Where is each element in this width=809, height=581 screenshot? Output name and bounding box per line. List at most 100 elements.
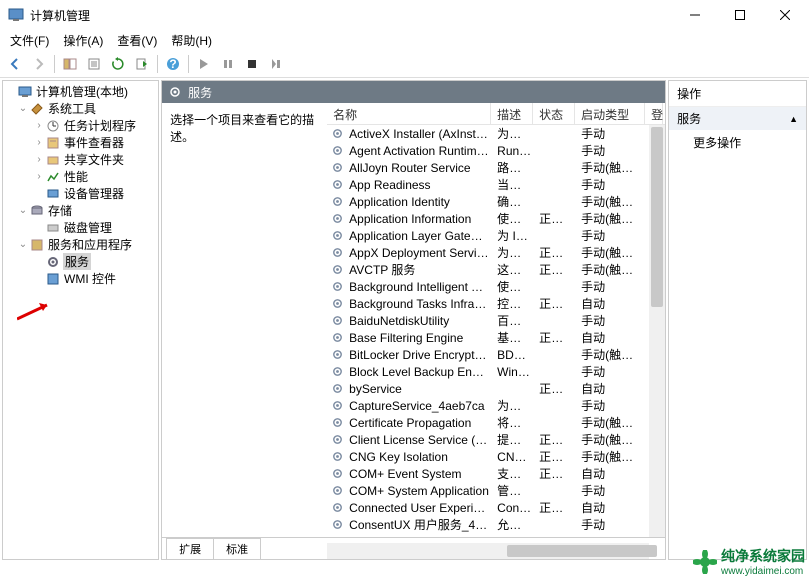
event-icon [45, 135, 61, 151]
cell-startup: 手动 [577, 516, 647, 533]
service-row[interactable]: Base Filtering Engine 基本… 正在… 自动 本 [327, 329, 665, 346]
refresh-button[interactable] [107, 53, 129, 75]
service-row[interactable]: COM+ System Application 管理… 手动 本 [327, 482, 665, 499]
minimize-button[interactable] [672, 0, 717, 30]
service-row[interactable]: CNG Key Isolation CN… 正在… 手动(触发… 本 [327, 448, 665, 465]
cell-desc: 使用… [493, 278, 535, 295]
tree-services[interactable]: 服务 [63, 253, 91, 270]
service-row[interactable]: ConsentUX 用户服务_4aeb… 允许… 手动 本 [327, 516, 665, 533]
service-row[interactable]: Background Tasks Infrastru… 控制… 正在… 自动 本 [327, 295, 665, 312]
tree-event-viewer[interactable]: 事件查看器 [63, 134, 125, 151]
tree-wmi[interactable]: WMI 控件 [63, 270, 117, 287]
tree-shared-folders[interactable]: 共享文件夹 [63, 151, 125, 168]
gear-icon [329, 484, 345, 497]
service-row[interactable]: App Readiness 当用… 手动 本 [327, 176, 665, 193]
service-row[interactable]: Application Information 使用… 正在… 手动(触发… 本 [327, 210, 665, 227]
actions-section[interactable]: 服务 ▲ [669, 107, 806, 130]
service-row[interactable]: Connected User Experienc… Con… 正在… 自动 本 [327, 499, 665, 516]
watermark-name: 纯净系统家园 [721, 546, 805, 566]
service-row[interactable]: byService 正在… 自动 本 [327, 380, 665, 397]
actions-more[interactable]: 更多操作 [669, 130, 806, 155]
tab-extended[interactable]: 扩展 [166, 538, 214, 559]
cell-startup: 自动 [577, 295, 647, 312]
cell-desc: 百度… [493, 312, 535, 329]
expand-icon[interactable]: › [33, 154, 45, 165]
expand-icon[interactable]: › [33, 171, 45, 182]
app-icon [8, 7, 24, 23]
vertical-scrollbar[interactable] [649, 125, 665, 537]
tree-task-scheduler[interactable]: 任务计划程序 [63, 117, 137, 134]
cell-startup: 自动 [577, 329, 647, 346]
service-row[interactable]: CaptureService_4aeb7ca 为调… 手动 本 [327, 397, 665, 414]
collapse-icon[interactable]: ⌄ [17, 205, 29, 216]
tree-root[interactable]: 计算机管理(本地) [35, 83, 129, 100]
service-row[interactable]: AppX Deployment Service (… 为部… 正在… 手动(触发… [327, 244, 665, 261]
service-row[interactable]: COM+ Event System 支持… 正在… 自动 本 [327, 465, 665, 482]
tree-disk-management[interactable]: 磁盘管理 [63, 219, 113, 236]
start-service-button[interactable] [193, 53, 215, 75]
back-button[interactable] [4, 53, 26, 75]
service-row[interactable]: Block Level Backup Engine … Win… 手动 本 [327, 363, 665, 380]
expand-icon[interactable]: › [33, 137, 45, 148]
col-name[interactable]: 名称 [327, 103, 491, 124]
service-row[interactable]: Application Layer Gateway … 为 In… 手动 本 [327, 227, 665, 244]
cell-startup: 手动(触发… [577, 414, 647, 431]
wmi-icon [45, 271, 61, 287]
cell-desc: 为从… [493, 125, 535, 142]
service-row[interactable]: Background Intelligent Tra… 使用… 手动 本 [327, 278, 665, 295]
cell-desc: 支持… [493, 465, 535, 482]
service-row[interactable]: BitLocker Drive Encryption … BDE… 手动(触发…… [327, 346, 665, 363]
tree-storage[interactable]: 存储 [47, 202, 73, 219]
service-row[interactable]: AllJoyn Router Service 路由… 手动(触发… 本 [327, 159, 665, 176]
service-row[interactable]: BaiduNetdiskUtility 百度… 手动 本 [327, 312, 665, 329]
services-list[interactable]: 名称 描述 状态 启动类型 登 ActiveX Installer (AxIns… [327, 103, 665, 537]
service-row[interactable]: Agent Activation Runtime … Run… 手动 本 [327, 142, 665, 159]
service-row[interactable]: Certificate Propagation 将用… 手动(触发… 本 [327, 414, 665, 431]
help-button[interactable]: ? [162, 53, 184, 75]
tab-standard[interactable]: 标准 [213, 538, 261, 559]
restart-service-button[interactable] [265, 53, 287, 75]
service-row[interactable]: ActiveX Installer (AxInstSV) 为从… 手动 本 [327, 125, 665, 142]
chevron-up-icon: ▲ [789, 114, 798, 124]
watermark: 纯净系统家园 www.yidaimei.com [693, 546, 805, 577]
cell-desc: Run… [493, 144, 535, 158]
export-button[interactable] [131, 53, 153, 75]
svg-text:?: ? [169, 57, 176, 71]
cell-name: Block Level Backup Engine … [345, 365, 493, 379]
col-startup[interactable]: 启动类型 [575, 103, 645, 124]
close-button[interactable] [762, 0, 807, 30]
menu-view[interactable]: 查看(V) [111, 31, 163, 50]
gear-icon [329, 195, 345, 208]
cell-startup: 手动(触发… [577, 346, 647, 363]
service-row[interactable]: Client License Service (Clip… 提供… 正在… 手动… [327, 431, 665, 448]
horizontal-scrollbar[interactable] [327, 543, 649, 559]
forward-button[interactable] [28, 53, 50, 75]
cell-name: Background Intelligent Tra… [345, 280, 493, 294]
service-row[interactable]: AVCTP 服务 这是… 正在… 手动(触发… 本 [327, 261, 665, 278]
service-row[interactable]: Application Identity 确定… 手动(触发… 本 [327, 193, 665, 210]
tree-system-tools[interactable]: 系统工具 [47, 100, 97, 117]
cell-status: 正在… [535, 499, 577, 516]
menu-action[interactable]: 操作(A) [57, 31, 109, 50]
cell-startup: 自动 [577, 465, 647, 482]
menu-help[interactable]: 帮助(H) [165, 31, 218, 50]
nav-tree[interactable]: 计算机管理(本地) ⌄ 系统工具 › 任务计划程序 › 事件查看器 › 共享文件夹 › 性… [2, 80, 159, 560]
col-description[interactable]: 描述 [491, 103, 533, 124]
show-hide-tree-button[interactable] [59, 53, 81, 75]
tree-performance[interactable]: 性能 [63, 168, 89, 185]
properties-button[interactable] [83, 53, 105, 75]
cell-status: 正在… [535, 210, 577, 227]
stop-service-button[interactable] [241, 53, 263, 75]
menu-file[interactable]: 文件(F) [4, 31, 55, 50]
cell-startup: 手动 [577, 312, 647, 329]
watermark-url: www.yidaimei.com [721, 566, 805, 577]
tree-device-manager[interactable]: 设备管理器 [63, 185, 125, 202]
pause-service-button[interactable] [217, 53, 239, 75]
tree-services-apps[interactable]: 服务和应用程序 [47, 236, 133, 253]
col-account[interactable]: 登 [645, 103, 663, 124]
col-status[interactable]: 状态 [533, 103, 575, 124]
expand-icon[interactable]: › [33, 120, 45, 131]
collapse-icon[interactable]: ⌄ [17, 239, 29, 250]
maximize-button[interactable] [717, 0, 762, 30]
collapse-icon[interactable]: ⌄ [17, 103, 29, 114]
